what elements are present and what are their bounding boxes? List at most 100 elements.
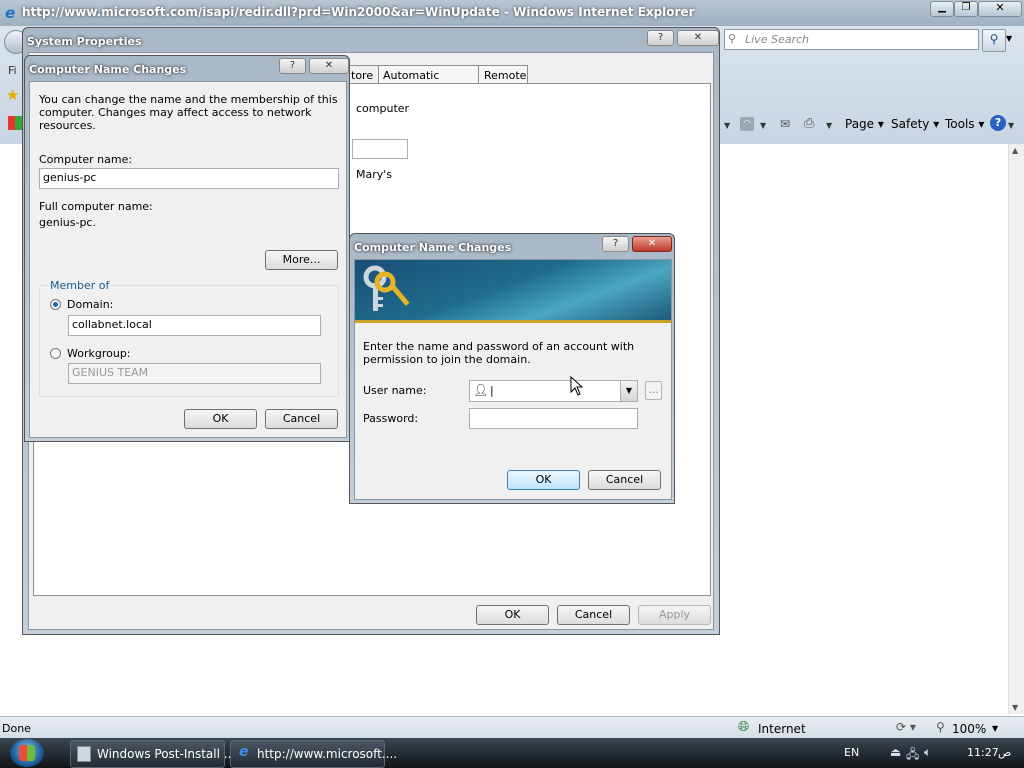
cnc-ok-button[interactable]: OK (184, 409, 257, 429)
page-menu[interactable]: Page ▾ (845, 117, 884, 131)
taskbar-item-post-install-label: Windows Post-Install ... (97, 747, 236, 761)
volume-icon[interactable]: 🔈︎ (924, 745, 931, 760)
scroll-up-arrow-icon[interactable]: ▲ (1012, 146, 1018, 155)
domain-label[interactable]: Domain: (67, 298, 113, 311)
rss-dropdown-icon[interactable]: ▼ (760, 121, 766, 130)
full-computer-name-label: Full computer name: (39, 200, 153, 213)
zoom-level[interactable]: 100% (952, 722, 986, 736)
tools-menu-label: Tools (945, 117, 975, 131)
member-of-groupbox: Member of Domain: collabnet.local Workgr… (39, 279, 339, 397)
tab-page-icon[interactable] (8, 116, 22, 130)
taskbar-item-ie-label: http://www.microsoft.... (257, 747, 398, 761)
taskbar-item-post-install[interactable]: Windows Post-Install ... (70, 740, 235, 768)
partial-marys-text: Mary's (356, 168, 393, 181)
clock-time[interactable]: 11:27 (967, 746, 999, 759)
mail-icon[interactable]: ✉ (780, 117, 790, 131)
search-input[interactable]: ⚲ Live Search (724, 29, 979, 50)
ie-logo-icon: e (5, 4, 16, 22)
clock-ampm: ص (998, 746, 1012, 759)
user-name-label: User name: (363, 384, 427, 397)
mouse-pointer-icon (570, 376, 584, 396)
tab-system-restore[interactable]: tore (347, 65, 379, 84)
post-install-app-icon (77, 746, 91, 762)
menu-file-peek[interactable]: Fi (8, 64, 17, 77)
tab-remote-label: Remote (484, 69, 527, 82)
tab-automatic-updates[interactable]: Automatic Updates (378, 65, 479, 95)
taskbar-item-ie[interactable]: e http://www.microsoft.... (230, 740, 397, 768)
sysprops-ok-button[interactable]: OK (476, 605, 549, 625)
credentials-cancel-button[interactable]: Cancel (588, 470, 661, 490)
computer-name-input[interactable]: genius-pc (39, 168, 339, 189)
user-name-combobox[interactable]: 👤︎ | ▼ (469, 380, 638, 402)
print-dropdown-icon[interactable]: ▼ (826, 121, 832, 130)
help-icon[interactable]: ? (990, 115, 1006, 131)
credentials-banner (355, 260, 671, 323)
ie-status-bar: Done 🌐︎ Internet ⟳ ▾ ⚲ 100% ▼ (0, 716, 1024, 738)
page-menu-label: Page (845, 117, 875, 131)
domain-radio[interactable] (50, 299, 61, 310)
protected-mode-icon[interactable]: ⟳ ▾ (896, 720, 916, 734)
zoom-dropdown-icon[interactable]: ▼ (992, 724, 998, 733)
safety-menu-label: Safety (891, 117, 930, 131)
language-indicator[interactable]: EN (844, 746, 859, 759)
cnc-title: Computer Name Changes (29, 63, 187, 76)
page-scrollbar[interactable]: ▲ ▼ (1008, 144, 1024, 714)
cnc-close-button[interactable]: ✕ (309, 58, 349, 74)
user-name-value: | (490, 384, 494, 397)
taskbar: Windows Post-Install ... e http://www.mi… (0, 738, 1024, 768)
credentials-ok-button[interactable]: OK (507, 470, 580, 490)
sysprops-apply-button[interactable]: Apply (638, 605, 711, 625)
credentials-help-button[interactable]: ? (602, 236, 629, 252)
close-button[interactable]: ✕ (978, 1, 1022, 17)
user-name-dropdown-arrow-icon[interactable]: ▼ (620, 381, 637, 401)
print-icon[interactable]: ⎙ (804, 116, 814, 131)
tab-system-restore-label: tore (351, 69, 374, 82)
credentials-close-button[interactable]: ✕ (632, 236, 672, 252)
user-account-icon: 👤︎ (473, 383, 489, 397)
browse-users-label: ... (648, 383, 659, 396)
search-magnifier-icon: ⚲ (728, 32, 737, 45)
maximize-button[interactable]: ❐ (954, 1, 978, 17)
cnc-cancel-button[interactable]: Cancel (265, 409, 338, 429)
tools-menu[interactable]: Tools ▾ (945, 117, 984, 131)
cnc-help-button[interactable]: ? (279, 58, 306, 74)
member-of-label: Member of (48, 279, 112, 292)
rss-feed-icon[interactable]: ◠ (740, 117, 754, 131)
safety-menu[interactable]: Safety ▾ (891, 117, 939, 131)
computer-name-label: Computer name: (39, 153, 133, 166)
workgroup-radio[interactable] (50, 348, 61, 359)
password-label: Password: (363, 412, 419, 425)
computer-description-field[interactable] (352, 139, 408, 159)
domain-input[interactable]: collabnet.local (68, 315, 321, 336)
workgroup-input[interactable]: GENIUS TEAM (68, 363, 321, 384)
minimize-button[interactable]: ▁ (930, 1, 954, 17)
computer-name-changes-window: Computer Name Changes ? ✕ You can change… (24, 55, 350, 442)
tab-remote[interactable]: Remote (478, 65, 528, 84)
credentials-title: Computer Name Changes (354, 241, 512, 254)
home-dropdown-icon[interactable]: ▼ (724, 121, 730, 130)
favorites-star-icon[interactable]: ★ (6, 86, 19, 104)
search-button[interactable]: ⚲ (982, 29, 1006, 52)
full-computer-name-value: genius-pc. (39, 216, 96, 229)
scroll-down-arrow-icon[interactable]: ▼ (1012, 703, 1018, 712)
credentials-client-area: Enter the name and password of an accoun… (354, 259, 672, 500)
network-icon[interactable]: 🖧︎ (906, 745, 919, 766)
safely-remove-icon[interactable]: ⏏ (890, 745, 901, 759)
sysprops-help-button[interactable]: ? (647, 30, 674, 46)
more-button[interactable]: More... (265, 250, 338, 270)
password-input[interactable] (469, 408, 638, 429)
help-dropdown-icon[interactable]: ▼ (1008, 121, 1014, 130)
workgroup-label[interactable]: Workgroup: (67, 347, 131, 360)
sysprops-cancel-button[interactable]: Cancel (557, 605, 630, 625)
credentials-prompt: Enter the name and password of an accoun… (363, 340, 635, 366)
notification-area: ⏏ 🖧︎ 🔈︎ ص 11:27 (880, 742, 1020, 764)
search-placeholder: Live Search (745, 33, 809, 46)
cnc-client-area: You can change the name and the membersh… (29, 81, 347, 438)
start-button[interactable] (10, 739, 44, 767)
windows-logo-icon (19, 745, 35, 761)
zoom-icon[interactable]: ⚲ (936, 720, 945, 734)
search-options-icon[interactable]: ▼ (1006, 34, 1012, 43)
sysprops-close-button[interactable]: ✕ (677, 30, 719, 46)
cnc-intro-text: You can change the name and the membersh… (39, 93, 338, 132)
browse-users-button[interactable]: ... (645, 381, 662, 400)
